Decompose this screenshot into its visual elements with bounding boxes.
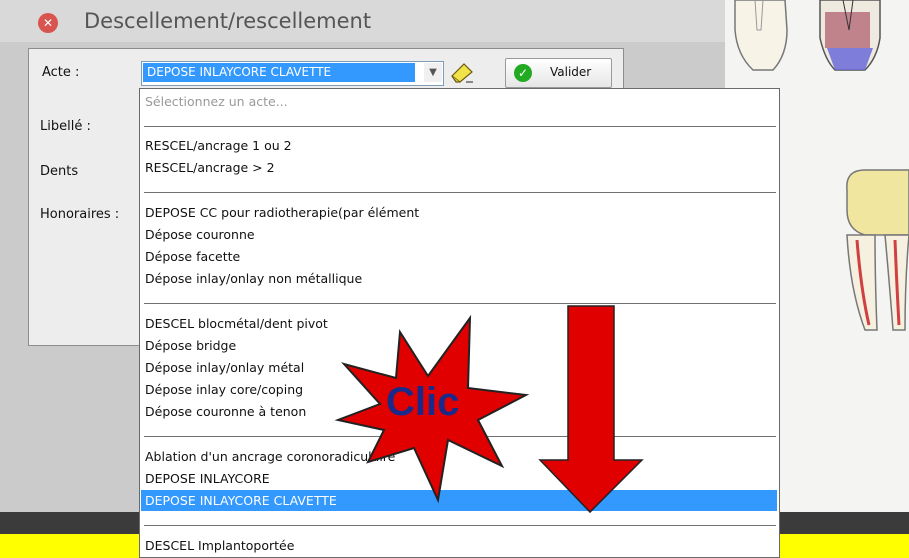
down-arrow-shape [538, 305, 644, 514]
annotation-overlay [334, 305, 644, 514]
clic-annotation-label: Clic [386, 380, 460, 424]
